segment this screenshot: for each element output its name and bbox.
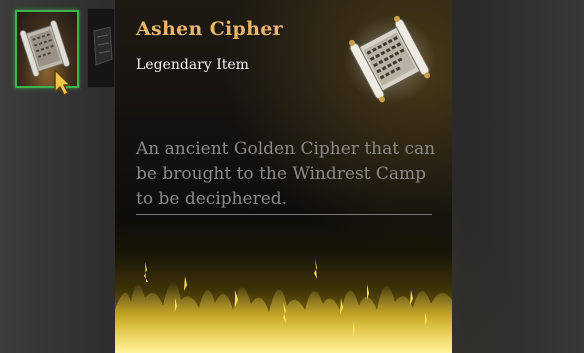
item-title: Ashen Cipher bbox=[136, 18, 283, 40]
pointer-cursor-icon bbox=[54, 69, 71, 96]
scroll-cipher-icon bbox=[344, 15, 436, 104]
item-rarity: Legendary Item bbox=[136, 57, 249, 73]
item-description: An ancient Golden Cipher that can be bro… bbox=[136, 139, 436, 209]
inventory-slot-2[interactable] bbox=[87, 8, 115, 88]
golden-fire-effect bbox=[115, 258, 452, 353]
tooltip-divider bbox=[136, 214, 432, 215]
dark-item-icon bbox=[93, 26, 113, 66]
